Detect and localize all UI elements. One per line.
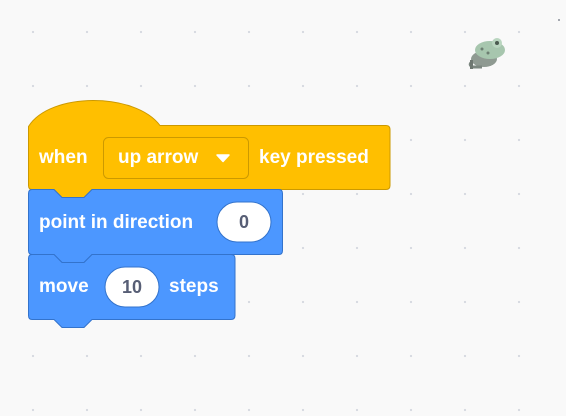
when-label: when — [39, 147, 88, 168]
key-pressed-label: key pressed — [259, 147, 369, 168]
canvas-dot — [558, 19, 560, 21]
steps-input[interactable]: 10 — [105, 275, 159, 299]
point-in-direction-label: point in direction — [39, 212, 194, 233]
move-label: move — [39, 276, 89, 297]
steps-label: steps — [169, 276, 219, 297]
frog-sprite-icon[interactable] — [464, 32, 512, 72]
key-dropdown-value: up arrow — [118, 147, 199, 168]
direction-input[interactable]: 0 — [217, 210, 271, 234]
